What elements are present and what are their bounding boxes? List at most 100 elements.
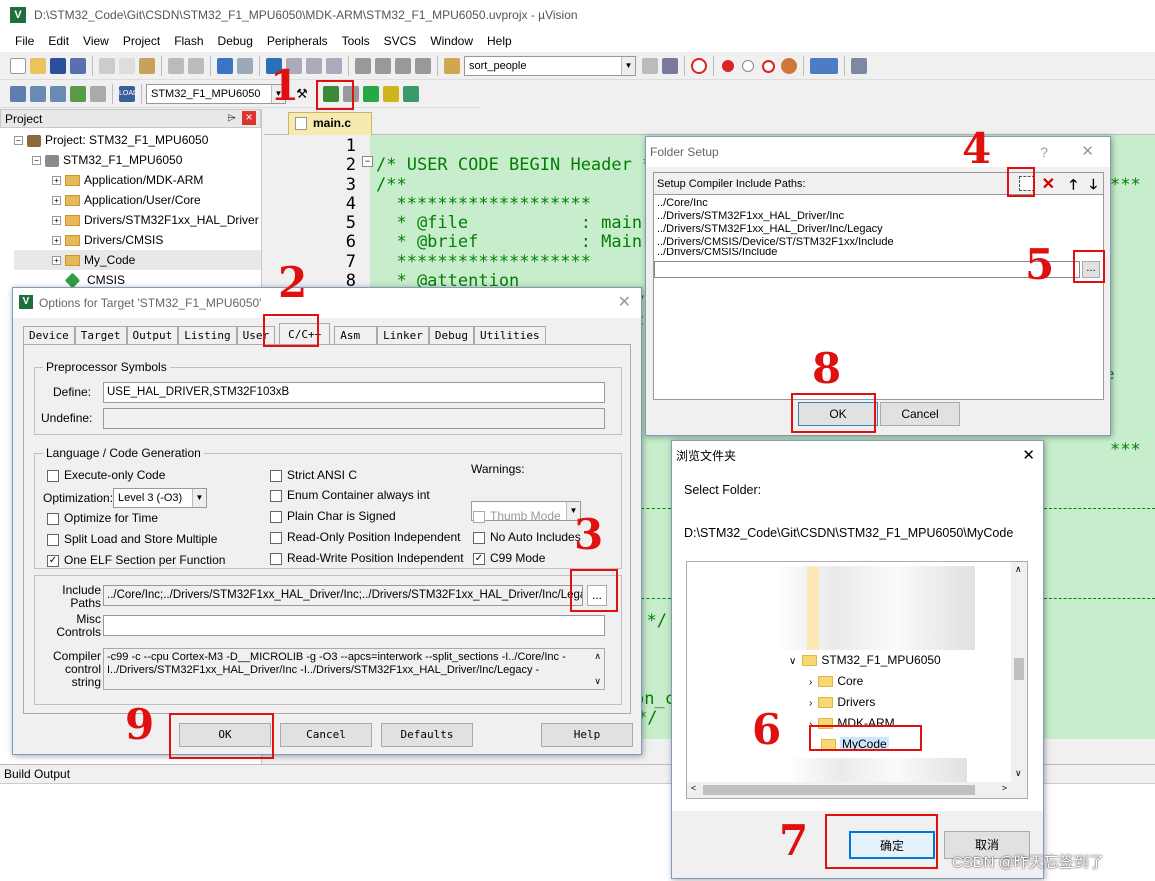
breakpoint-disable-all-icon[interactable] bbox=[762, 59, 775, 73]
new-file-icon[interactable] bbox=[10, 58, 26, 74]
menu-file[interactable]: File bbox=[15, 34, 34, 48]
tab-target[interactable]: Target bbox=[74, 326, 127, 345]
find-combo[interactable]: sort_people ▼ bbox=[464, 56, 636, 76]
split-load-checkbox[interactable]: Split Load and Store Multiple bbox=[47, 532, 217, 546]
stop-build-icon[interactable] bbox=[90, 86, 106, 102]
tab-main-c[interactable]: main.c bbox=[288, 112, 372, 135]
menu-svcs[interactable]: SVCS bbox=[384, 34, 417, 48]
move-down-icon[interactable]: 🡓 bbox=[1090, 173, 1097, 195]
tree-item-group[interactable]: + Drivers/CMSIS bbox=[14, 230, 261, 250]
menu-peripherals[interactable]: Peripherals bbox=[267, 34, 328, 48]
tab-linker[interactable]: Linker bbox=[377, 326, 429, 345]
enum-container-checkbox[interactable]: Enum Container always int bbox=[270, 488, 430, 502]
find-icon[interactable] bbox=[642, 58, 658, 74]
tab-output[interactable]: Output bbox=[126, 326, 179, 345]
plain-char-checkbox[interactable]: Plain Char is Signed bbox=[270, 509, 396, 523]
debug-session-icon[interactable] bbox=[691, 58, 707, 74]
save-all-icon[interactable] bbox=[70, 58, 86, 74]
bookmark-clear-icon[interactable] bbox=[326, 58, 342, 74]
rebuild-icon[interactable] bbox=[50, 86, 66, 102]
tab-asm[interactable]: Asm bbox=[334, 326, 378, 345]
help-button[interactable]: Help bbox=[541, 723, 633, 747]
folder-setup-cancel-button[interactable]: Cancel bbox=[880, 402, 960, 426]
tab-device[interactable]: Device bbox=[23, 326, 75, 345]
window-layout-icon[interactable] bbox=[810, 58, 838, 74]
defaults-button[interactable]: Defaults bbox=[381, 723, 473, 747]
path-edit-input[interactable] bbox=[654, 261, 1080, 278]
folder-node[interactable]: › Drivers bbox=[789, 692, 941, 713]
comment-icon[interactable] bbox=[395, 58, 411, 74]
close-icon[interactable]: ✕ bbox=[618, 288, 631, 318]
tree-item-group[interactable]: + Application/User/Core bbox=[14, 190, 261, 210]
save-icon[interactable] bbox=[50, 58, 66, 74]
unindent-icon[interactable] bbox=[375, 58, 391, 74]
tree-item-project[interactable]: − Project: STM32_F1_MPU6050 bbox=[14, 130, 261, 150]
undo-icon[interactable] bbox=[168, 58, 184, 74]
define-input[interactable]: USE_HAL_DRIVER,STM32F103xB bbox=[103, 382, 605, 403]
compiler-control-string[interactable]: -c99 -c --cpu Cortex-M3 -D__MICROLIB -g … bbox=[103, 648, 605, 690]
breakpoint-disable-icon[interactable] bbox=[742, 60, 754, 72]
breakpoint-kill-all-icon[interactable] bbox=[781, 58, 797, 74]
paste-icon[interactable] bbox=[139, 58, 155, 74]
scroll-down-icon[interactable]: ∨ bbox=[594, 675, 601, 688]
path-item[interactable]: ../Drivers/STM32F1xx_HAL_Driver/Inc bbox=[657, 210, 1100, 223]
ro-pi-checkbox[interactable]: Read-Only Position Independent bbox=[270, 530, 460, 544]
folder-node[interactable]: › Core bbox=[789, 671, 941, 692]
close-pane-icon[interactable]: × bbox=[242, 111, 256, 125]
menu-help[interactable]: Help bbox=[487, 34, 512, 48]
open-folder-icon[interactable] bbox=[30, 58, 46, 74]
include-paths-input[interactable]: ../Core/Inc;../Drivers/STM32F1xx_HAL_Dri… bbox=[103, 585, 583, 606]
delete-path-icon[interactable]: ✕ bbox=[1042, 174, 1055, 196]
menu-window[interactable]: Window bbox=[430, 34, 473, 48]
one-elf-checkbox[interactable]: ✓ One ELF Section per Function bbox=[47, 553, 225, 567]
tree-item-target[interactable]: − STM32_F1_MPU6050 bbox=[14, 150, 261, 170]
menu-edit[interactable]: Edit bbox=[48, 34, 69, 48]
path-item[interactable]: ../Drivers/STM32F1xx_HAL_Driver/Inc/Lega… bbox=[657, 223, 1100, 236]
c99-mode-checkbox[interactable]: ✓ C99 Mode bbox=[473, 551, 545, 565]
configure-icon[interactable] bbox=[851, 58, 867, 74]
path-item[interactable]: ../Core/Inc bbox=[657, 197, 1100, 210]
tree-item-group[interactable]: + My_Code bbox=[14, 250, 261, 270]
batch-build-icon[interactable] bbox=[70, 86, 86, 102]
cancel-button[interactable]: Cancel bbox=[280, 723, 372, 747]
nav-back-icon[interactable] bbox=[217, 58, 233, 74]
select-packs-icon[interactable] bbox=[363, 86, 379, 102]
translate-icon[interactable] bbox=[10, 86, 26, 102]
folder-node-root[interactable]: ∨ STM32_F1_MPU6050 bbox=[789, 650, 941, 671]
no-auto-includes-checkbox[interactable]: No Auto Includes bbox=[473, 530, 581, 544]
move-up-icon[interactable]: 🡑 bbox=[1070, 173, 1077, 195]
undefine-input[interactable] bbox=[103, 408, 605, 429]
nav-forward-icon[interactable] bbox=[237, 58, 253, 74]
tree-item-group[interactable]: + Drivers/STM32F1xx_HAL_Driver bbox=[14, 210, 261, 230]
fold-marker[interactable]: − bbox=[362, 156, 373, 167]
cut-icon[interactable] bbox=[99, 58, 115, 74]
menu-flash[interactable]: Flash bbox=[174, 34, 203, 48]
copy-icon[interactable] bbox=[119, 58, 135, 74]
tree-item-group[interactable]: + Application/MDK-ARM bbox=[14, 170, 261, 190]
breakpoint-icon[interactable] bbox=[722, 60, 734, 72]
tab-listing[interactable]: Listing bbox=[178, 326, 237, 345]
target-combo[interactable]: STM32_F1_MPU6050 ▼ bbox=[146, 84, 286, 104]
download-icon[interactable]: LOAD bbox=[119, 86, 138, 102]
redo-icon[interactable] bbox=[188, 58, 204, 74]
tree-vscroll[interactable]: ∧ ∨ bbox=[1011, 562, 1027, 782]
strict-ansi-checkbox[interactable]: Strict ANSI C bbox=[270, 468, 357, 482]
thumb-mode-checkbox[interactable]: Thumb Mode bbox=[473, 509, 561, 523]
menu-project[interactable]: Project bbox=[123, 34, 160, 48]
incremental-find-icon[interactable] bbox=[662, 58, 678, 74]
build-icon[interactable] bbox=[30, 86, 46, 102]
software-packs-icon[interactable] bbox=[403, 86, 419, 102]
tree-hscroll[interactable]: < > bbox=[687, 782, 1027, 798]
menu-view[interactable]: View bbox=[83, 34, 109, 48]
rw-pi-checkbox[interactable]: Read-Write Position Independent bbox=[270, 551, 464, 565]
tab-utilities[interactable]: Utilities bbox=[473, 326, 546, 345]
menu-debug[interactable]: Debug bbox=[218, 34, 253, 48]
pack-installer-icon[interactable] bbox=[383, 86, 399, 102]
find-in-files-icon[interactable] bbox=[444, 58, 460, 74]
optimization-select[interactable]: Level 3 (-O3) ▼ bbox=[113, 488, 207, 508]
misc-controls-input[interactable] bbox=[103, 615, 605, 636]
execute-only-checkbox[interactable]: Execute-only Code bbox=[47, 468, 165, 482]
bookmark-next-icon[interactable] bbox=[306, 58, 322, 74]
pin-icon[interactable]: ⌲ bbox=[227, 112, 236, 125]
close-icon[interactable]: ✕ bbox=[1081, 137, 1094, 167]
